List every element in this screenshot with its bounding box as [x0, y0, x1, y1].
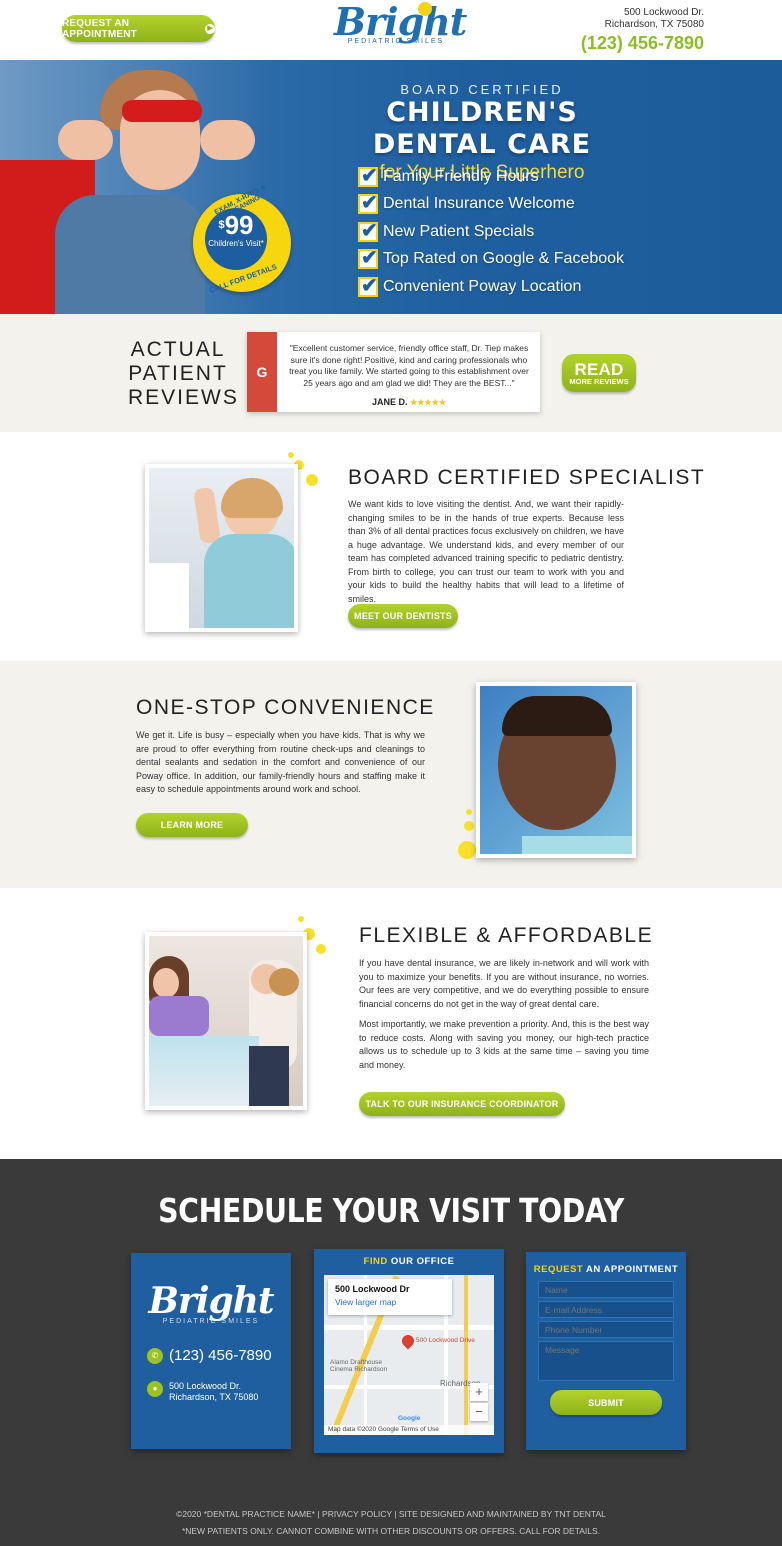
star-rating-icon: ★★★★★ [410, 398, 446, 407]
checklist-item: Top Rated on Google & Facebook [358, 245, 624, 274]
section-body: If you have dental insurance, we are lik… [359, 958, 649, 1070]
price-badge: EXAM, X-RAYS & CLEANING $99 Children's V… [193, 183, 291, 295]
schedule-title: SCHEDULE YOUR VISIT TODAY [158, 1191, 624, 1230]
footer-logo-wordmark: Bright [148, 1280, 274, 1322]
office-map-panel: FIND OUR OFFICE 500 Lockwood Dr View lar… [314, 1249, 504, 1453]
view-larger-map-link[interactable]: View larger map [335, 1297, 445, 1307]
contact-address: ● 500 Lockwood Dr. Richardson, TX 75080 [147, 1381, 258, 1403]
header-contact: 500 Lockwood Dr. Richardson, TX 75080 (1… [581, 7, 704, 54]
logo-tagline: PEDIATRIC SMILES [347, 38, 445, 45]
phone-field[interactable] [538, 1321, 674, 1338]
section-body: We get it. Life is busy – especially whe… [136, 730, 425, 794]
google-logo: Google [398, 1415, 421, 1422]
map-attribution: Map data ©2020 Google Terms of Use [324, 1425, 494, 1435]
section-affordable: FLEXIBLE & AFFORDABLE If you have dental… [0, 888, 782, 1159]
map-place-name: 500 Lockwood Dr [335, 1284, 410, 1294]
hero-banner: EXAM, X-RAYS & CLEANING $99 Children's V… [0, 60, 782, 314]
read-more-reviews-button[interactable]: READ MORE REVIEWS [562, 354, 636, 392]
contact-phone[interactable]: ✆ (123) 456-7890 [147, 1347, 272, 1364]
section-title: FLEXIBLE & AFFORDABLE [359, 924, 654, 947]
map-zoom-out-button[interactable]: − [470, 1403, 488, 1421]
email-field[interactable] [538, 1301, 674, 1318]
phone-icon: ✆ [147, 1347, 163, 1364]
review-card: G "Excellent customer service, friendly … [247, 332, 540, 412]
reviews-heading: ACTUAL PATIENT REVIEWS [128, 338, 239, 409]
embedded-map[interactable]: 500 Lockwood Dr View larger map 500 Lock… [324, 1275, 494, 1435]
reviews-strip: ACTUAL PATIENT REVIEWS G "Excellent cust… [0, 314, 782, 432]
checklist-item: Family Friendly Hours [358, 163, 624, 191]
checkbox-icon [358, 273, 378, 298]
request-appointment-button[interactable]: REQUEST AN APPOINTMENT ▶ [62, 15, 215, 42]
landing-page: REQUEST AN APPOINTMENT ▶ Bright PEDIATRI… [0, 0, 782, 1546]
logo-wordmark: Bright [334, 0, 467, 44]
high-five-photo [145, 464, 298, 632]
name-field[interactable] [538, 1281, 674, 1298]
checkbox-icon [358, 218, 378, 243]
map-info-card: 500 Lockwood Dr View larger map [328, 1279, 452, 1315]
review-author: JANE D. ★★★★★ [372, 397, 446, 407]
family-reception-photo [145, 932, 307, 1110]
meet-our-dentists-button[interactable]: MEET OUR DENTISTS [348, 604, 458, 628]
footer-copyright: ©2020 *DENTAL PRACTICE NAME* | PRIVACY P… [176, 1509, 606, 1519]
map-terms-link[interactable]: Terms of Use [401, 1426, 439, 1433]
hero-kicker: BOARD CERTIFIED [400, 82, 564, 97]
submit-button[interactable]: SUBMIT [550, 1390, 662, 1415]
schedule-section: SCHEDULE YOUR VISIT TODAY Bright PEDIATR… [0, 1159, 782, 1546]
location-pin-icon: ● [147, 1381, 163, 1397]
map-zoom-in-button[interactable]: + [470, 1383, 488, 1401]
badge-subtext: Children's Visit* [208, 239, 264, 248]
section-title: ONE-STOP CONVENIENCE [136, 696, 435, 719]
message-field[interactable] [538, 1341, 674, 1381]
hero-title: CHILDREN'S DENTAL CARE [372, 97, 592, 160]
header-address-line1: 500 Lockwood Dr. [623, 7, 704, 18]
sun-icon [418, 2, 432, 16]
section-title: BOARD CERTIFIED SPECIALIST [348, 466, 706, 489]
checklist-item: Convenient Poway Location [358, 273, 624, 301]
checkbox-icon [358, 245, 378, 270]
map-panel-heading: FIND OUR OFFICE [363, 1256, 455, 1267]
learn-more-button[interactable]: LEARN MORE [136, 813, 248, 837]
section-body: We want kids to love visiting the dentis… [348, 499, 624, 604]
review-quote: "Excellent customer service, friendly of… [289, 343, 529, 388]
talk-to-insurance-coordinator-button[interactable]: TALK TO OUR INSURANCE COORDINATOR [359, 1092, 565, 1116]
arrow-right-icon: ▶ [205, 23, 215, 34]
appointment-form-panel: REQUEST AN APPOINTMENT SUBMIT [526, 1252, 686, 1450]
header-address-line2: Richardson, TX 75080 [604, 19, 704, 30]
map-pin-label: 500 Lockwood Drive [416, 1337, 475, 1344]
map-pin-icon[interactable] [399, 1332, 417, 1350]
site-logo[interactable]: Bright PEDIATRIC SMILES [334, 0, 467, 46]
map-poi-label: Alamo Drafthouse Cinema Richardson [330, 1359, 388, 1373]
badge-price: $99 [218, 210, 254, 240]
checkbox-icon [358, 163, 378, 188]
site-header: REQUEST AN APPOINTMENT ▶ Bright PEDIATRI… [0, 0, 782, 60]
checklist-item: New Patient Specials [358, 218, 624, 246]
form-panel-heading: REQUEST AN APPOINTMENT [533, 1264, 679, 1275]
footer-disclaimer: *NEW PATIENTS ONLY. CANNOT COMBINE WITH … [181, 1526, 601, 1536]
section-specialist: BOARD CERTIFIED SPECIALIST We want kids … [0, 432, 782, 661]
hero-checklist: Family Friendly Hours Dental Insurance W… [358, 163, 624, 301]
header-phone[interactable]: (123) 456-7890 [581, 33, 704, 54]
google-icon: G [247, 332, 277, 412]
section-convenience: ONE-STOP CONVENIENCE We get it. Life is … [0, 661, 782, 888]
request-appointment-label: REQUEST AN APPOINTMENT [62, 17, 137, 40]
contact-panel: Bright PEDIATRIC SMILES ✆ (123) 456-7890… [131, 1253, 291, 1449]
checklist-item: Dental Insurance Welcome [358, 190, 624, 219]
checkbox-icon [358, 190, 378, 215]
smiling-boy-photo [476, 682, 636, 858]
